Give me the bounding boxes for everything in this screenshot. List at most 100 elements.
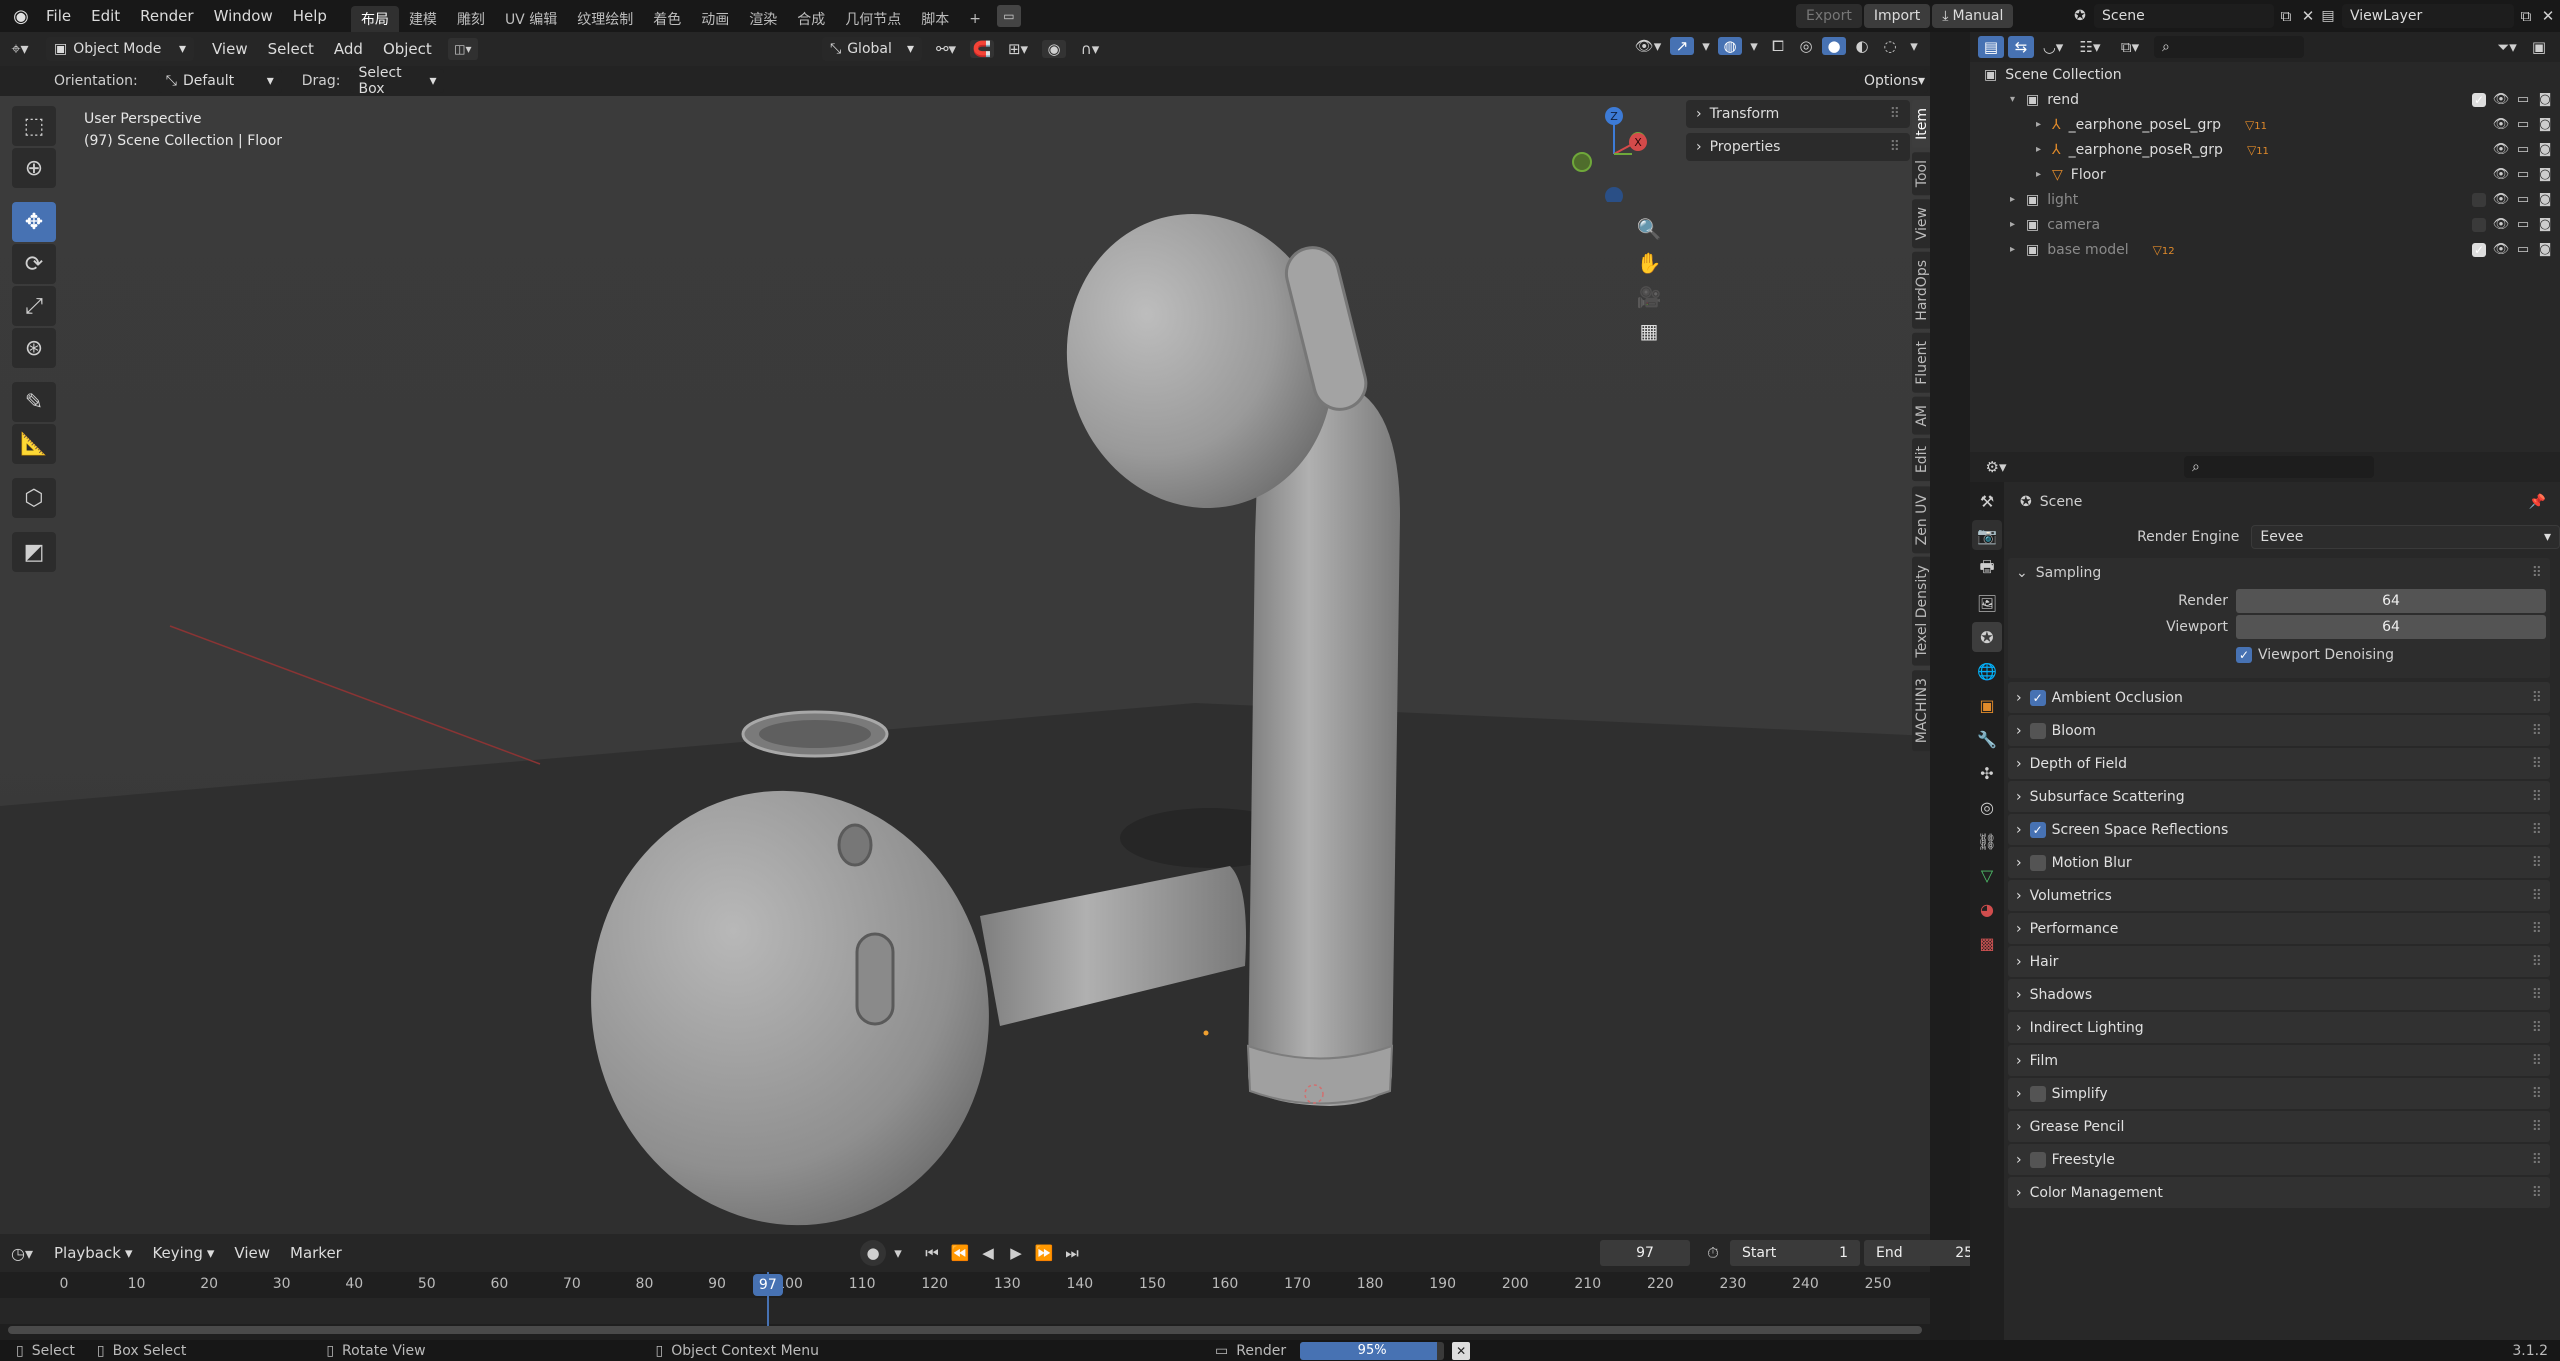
eye-icon[interactable]: 👁 xyxy=(2490,217,2512,232)
workspace-tab[interactable]: 着色 xyxy=(643,6,691,32)
outliner-display-mode-icon[interactable]: ◡▾ xyxy=(2038,38,2068,56)
outliner-item[interactable]: ▸ ▣ light 👁 ▭ ◙ xyxy=(1970,187,2560,212)
visibility-icon[interactable]: 👁▾ xyxy=(1630,37,1666,55)
viewport-menu-object[interactable]: Object xyxy=(373,33,442,65)
export-button[interactable]: Export xyxy=(1796,4,1862,28)
data-props-icon[interactable]: ▽ xyxy=(1972,860,2002,890)
render-panel-shadows[interactable]: › Shadows ⠿ xyxy=(2008,979,2550,1010)
move-tool-icon[interactable]: ✥ xyxy=(12,202,56,242)
drag-handle-icon[interactable]: ⠿ xyxy=(2532,822,2542,838)
outliner-layer-icon[interactable]: ⧉▾ xyxy=(2112,38,2148,56)
mode-selector[interactable]: ▣ Object Mode ▾ xyxy=(46,37,194,61)
outliner-view-icon[interactable]: ☷▾ xyxy=(2072,38,2108,56)
measure-tool-icon[interactable]: 📐 xyxy=(12,424,56,464)
viewport-monitor-icon[interactable]: ▭ xyxy=(2512,92,2534,107)
blender-logo-icon[interactable]: ◉ xyxy=(6,6,36,27)
camera-view-icon[interactable]: 🎥 xyxy=(1632,280,1666,314)
sidebar-tab[interactable]: HardOps xyxy=(1912,252,1932,330)
outliner-item[interactable]: ▸ ▣ camera 👁 ▭ ◙ xyxy=(1970,212,2560,237)
outliner-item[interactable]: ▸ ⅄ _earphone_poseL_grp ▽11 👁 ▭ ◙ xyxy=(1970,112,2560,137)
cancel-render-icon[interactable]: ✕ xyxy=(1452,1341,1471,1360)
render-panel-screen-space-reflections[interactable]: › Screen Space Reflections ⠿ xyxy=(2008,814,2550,845)
scale-tool-icon[interactable]: ⤢ xyxy=(12,286,56,326)
viewport-monitor-icon[interactable]: ▭ xyxy=(2512,167,2534,182)
eye-icon[interactable]: 👁 xyxy=(2490,142,2512,157)
manual-button[interactable]: ⤓ Manual xyxy=(1932,4,2014,28)
scene-icon[interactable]: ✪ xyxy=(2066,8,2094,24)
render-panel-ambient-occlusion[interactable]: › Ambient Occlusion ⠿ xyxy=(2008,682,2550,713)
3d-viewport[interactable]: User Perspective (97) Scene Collection |… xyxy=(0,96,1930,1234)
add-cube-tool-icon[interactable]: ⬡ xyxy=(12,478,56,518)
auto-key-icon[interactable]: ● xyxy=(860,1240,886,1266)
exclude-checkbox[interactable] xyxy=(2472,242,2486,257)
outliner-item[interactable]: ▸ ▽ Floor 👁 ▭ ◙ xyxy=(1970,162,2560,187)
menu-help[interactable]: Help xyxy=(283,0,337,32)
overlay-options-icon[interactable]: ▾ xyxy=(1746,37,1762,55)
drag-handle-icon[interactable]: ⠿ xyxy=(2532,1020,2542,1036)
workspace-tab[interactable]: 渲染 xyxy=(739,6,787,32)
render-camera-icon[interactable]: ◙ xyxy=(2534,142,2556,157)
new-scene-icon[interactable]: ⧉ xyxy=(2274,7,2298,25)
drag-selector[interactable]: Select Box ▾ xyxy=(350,65,445,97)
cursor-tool-icon[interactable]: ⊕ xyxy=(12,148,56,188)
render-camera-icon[interactable]: ◙ xyxy=(2534,92,2556,107)
jump-next-key-icon[interactable]: ⏩ xyxy=(1032,1244,1056,1262)
object-props-icon[interactable]: ▣ xyxy=(1972,690,2002,720)
xray-icon[interactable]: ⧠ xyxy=(1766,37,1790,55)
render-camera-icon[interactable]: ◙ xyxy=(2534,167,2556,182)
render-panel-bloom[interactable]: › Bloom ⠿ xyxy=(2008,715,2550,746)
material-shading-icon[interactable]: ◐ xyxy=(1850,37,1874,55)
sidebar-tab[interactable]: AM xyxy=(1912,396,1932,435)
viewport-menu-add[interactable]: Add xyxy=(324,33,373,65)
sidebar-tab[interactable]: Texel Density xyxy=(1912,556,1932,666)
outliner-sync-icon[interactable]: ⇆ xyxy=(2008,36,2034,58)
pin-icon[interactable]: 📌 xyxy=(2529,494,2546,510)
workspace-tab[interactable]: 雕刻 xyxy=(447,6,495,32)
add-workspace-button[interactable]: + xyxy=(959,6,991,32)
material-props-icon[interactable]: ◕ xyxy=(1972,894,2002,924)
start-frame-field[interactable]: Start 1 xyxy=(1730,1240,1860,1266)
falloff-icon[interactable]: ∩▾ xyxy=(1072,40,1108,58)
modifier-props-icon[interactable]: 🔧 xyxy=(1972,724,2002,754)
current-frame-field[interactable]: 97 xyxy=(1600,1240,1690,1266)
drag-handle-icon[interactable]: ⠿ xyxy=(2532,723,2542,739)
render-panel-hair[interactable]: › Hair ⠿ xyxy=(2008,946,2550,977)
play-reverse-icon[interactable]: ◀ xyxy=(976,1244,1000,1262)
pan-hand-icon[interactable]: ✋ xyxy=(1632,246,1666,280)
workspace-tab[interactable]: 合成 xyxy=(787,6,835,32)
drag-handle-icon[interactable]: ⠿ xyxy=(2532,855,2542,871)
viewport-menu-select[interactable]: Select xyxy=(258,33,324,65)
jump-end-icon[interactable]: ⏭ xyxy=(1060,1244,1084,1262)
viewlayer-icon[interactable]: ▤ xyxy=(2314,8,2342,24)
eye-icon[interactable]: 👁 xyxy=(2490,192,2512,207)
output-props-icon[interactable]: 🖶 xyxy=(1972,554,2002,584)
sidebar-tab[interactable]: Fluent xyxy=(1912,333,1932,393)
drag-handle-icon[interactable]: ⠿ xyxy=(1890,139,1900,155)
view-layer-props-icon[interactable]: 🖼 xyxy=(1972,588,2002,618)
exclude-checkbox[interactable] xyxy=(2472,92,2486,107)
viewport-monitor-icon[interactable]: ▭ xyxy=(2512,192,2534,207)
menu-file[interactable]: File xyxy=(36,0,81,32)
import-button[interactable]: Import xyxy=(1863,4,1931,28)
sidebar-section-transform[interactable]: › Transform ⠿ xyxy=(1686,100,1910,128)
render-camera-icon[interactable]: ◙ xyxy=(2534,117,2556,132)
viewport-monitor-icon[interactable]: ▭ xyxy=(2512,117,2534,132)
viewlayer-selector[interactable]: ViewLayer xyxy=(2342,4,2514,28)
workspace-tab[interactable]: 建模 xyxy=(399,6,447,32)
viewport-monitor-icon[interactable]: ▭ xyxy=(2512,242,2534,257)
world-props-icon[interactable]: 🌐 xyxy=(1972,656,2002,686)
scene-props-icon[interactable]: ✪ xyxy=(1972,622,2002,652)
eye-icon[interactable]: 👁 xyxy=(2490,242,2512,257)
drag-handle-icon[interactable]: ⠿ xyxy=(2532,1119,2542,1135)
viewport-samples-field[interactable]: 64 xyxy=(2236,615,2546,639)
render-camera-icon[interactable]: ◙ xyxy=(2534,217,2556,232)
viewport-denoising-checkbox[interactable] xyxy=(2236,647,2252,663)
sidebar-tab[interactable]: Zen UV xyxy=(1912,485,1932,553)
outliner-editor-type-icon[interactable]: ▤ xyxy=(1978,36,2004,58)
disclosure-triangle-icon[interactable]: ▸ xyxy=(2036,144,2052,155)
disclosure-triangle-icon[interactable]: ▸ xyxy=(2010,219,2026,230)
menu-window[interactable]: Window xyxy=(204,0,283,32)
filter-icon[interactable]: ⏷▾ xyxy=(2492,38,2522,56)
disclosure-triangle-icon[interactable]: ▸ xyxy=(2036,119,2052,130)
render-panel-film[interactable]: › Film ⠿ xyxy=(2008,1045,2550,1076)
